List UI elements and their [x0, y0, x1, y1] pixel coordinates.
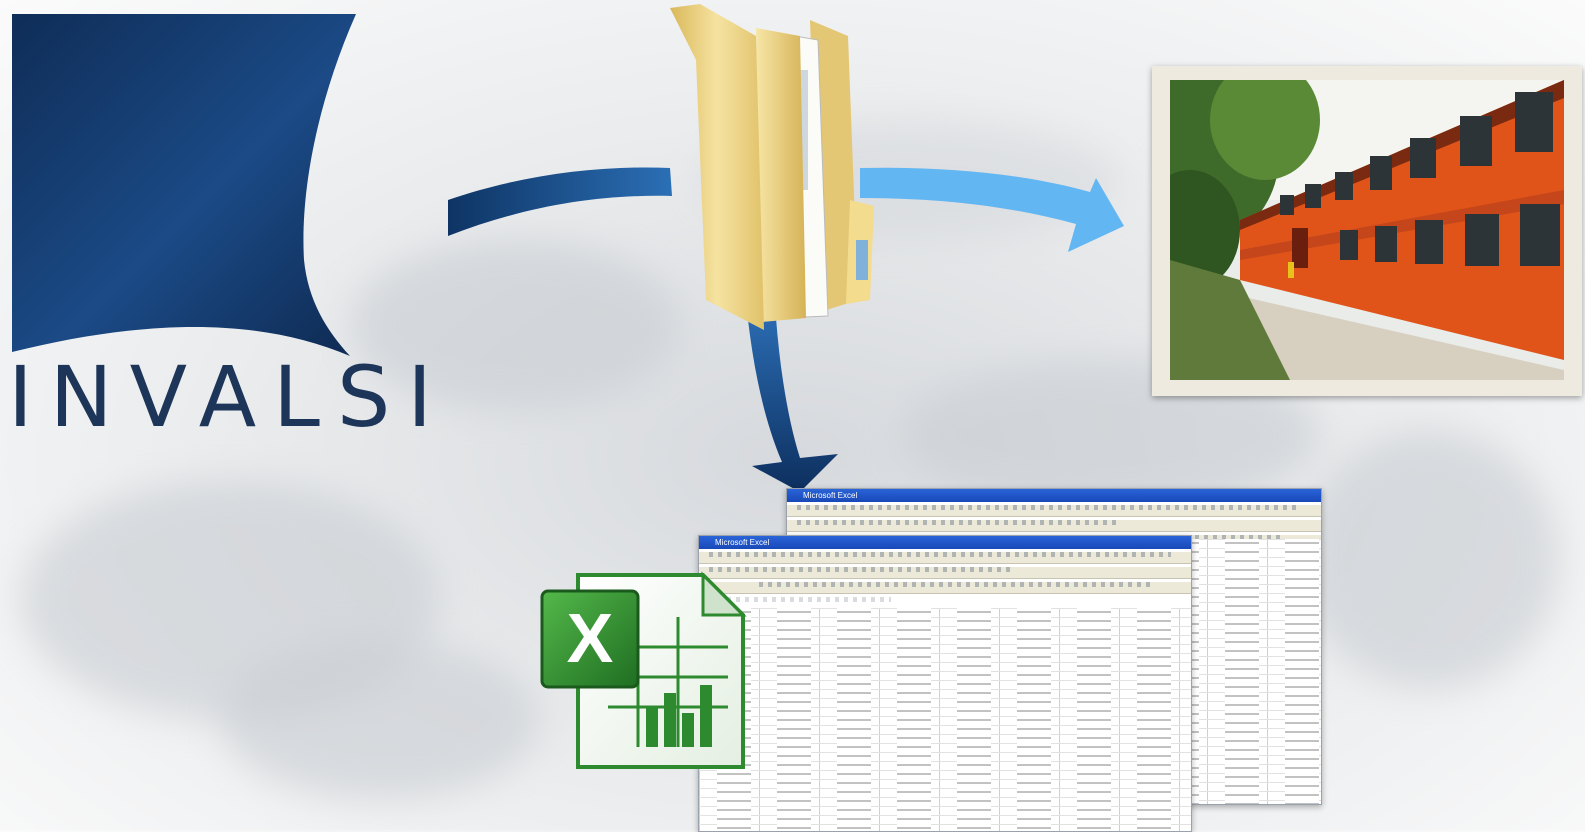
spreadsheet-title: Microsoft Excel [787, 489, 1321, 502]
excel-icon: X [540, 571, 747, 769]
svg-text:X: X [567, 599, 614, 677]
spreadsheet-window-front: Microsoft Excel [698, 535, 1192, 832]
school-building-photo-frame [1152, 66, 1582, 396]
spreadsheet-grid [699, 608, 1191, 831]
spreadsheet-formatbar [699, 582, 1191, 594]
folder-icon [670, 4, 874, 330]
school-building-photo [1170, 80, 1564, 380]
spreadsheet-menubar [699, 567, 1191, 579]
spreadsheet-toolbar [787, 505, 1321, 517]
arrow-left-in [448, 167, 672, 236]
arrow-down-out [748, 318, 838, 492]
arrow-right-out [860, 167, 1124, 252]
spreadsheet-title: Microsoft Excel [699, 536, 1191, 549]
spreadsheet-toolbar [699, 552, 1191, 564]
spreadsheet-menubar [787, 520, 1321, 532]
